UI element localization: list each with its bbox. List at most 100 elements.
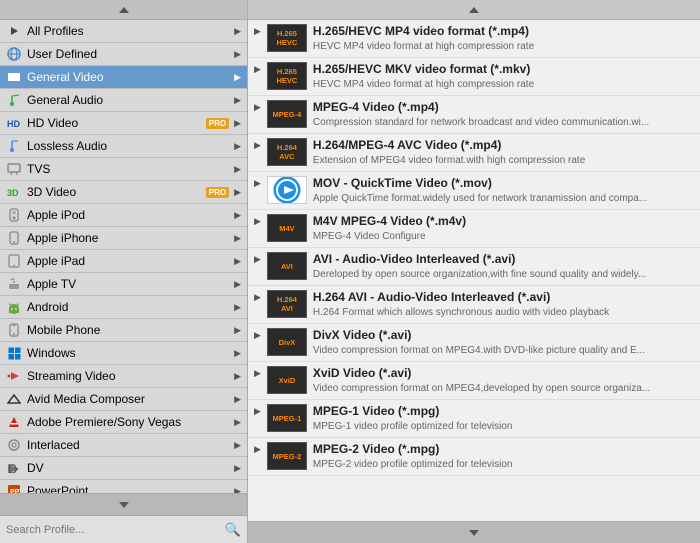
format-item-mpeg4[interactable]: ▶ MPEG-4 MPEG-4 Video (*.mp4) Compressio… xyxy=(248,96,700,134)
arrow-icon: ▶ xyxy=(234,210,241,221)
format-item-hevc-mkv[interactable]: ▶ H.265HEVC H.265/HEVC MKV video format … xyxy=(248,58,700,96)
format-title: MOV - QuickTime Video (*.mov) xyxy=(313,176,694,192)
format-description: MPEG-4 Video Configure xyxy=(313,230,693,243)
format-thumbnail: M4V xyxy=(267,214,307,242)
format-item-hevc-mp4[interactable]: ▶ H.265HEVC H.265/HEVC MP4 video format … xyxy=(248,20,700,58)
sidebar-item-label: HD Video xyxy=(27,116,201,130)
sidebar-item-apple-tv[interactable]: Apple TV ▶ xyxy=(0,273,247,296)
format-thumbnail: H.264AVI xyxy=(267,290,307,318)
sidebar-item-android[interactable]: Android ▶ xyxy=(0,296,247,319)
format-title: MPEG-1 Video (*.mpg) xyxy=(313,404,694,420)
format-title: AVI - Audio-Video Interleaved (*.avi) xyxy=(313,252,694,268)
sidebar-item-apple-ipad[interactable]: Apple iPad ▶ xyxy=(0,250,247,273)
sidebar-item-label: Apple iPod xyxy=(27,208,229,222)
format-description: MPEG-1 video profile optimized for telev… xyxy=(313,420,693,433)
arrow-icon: ▶ xyxy=(234,348,241,359)
format-item-avi[interactable]: ▶ AVI AVI - Audio-Video Interleaved (*.a… xyxy=(248,248,700,286)
apple-tv-icon xyxy=(6,276,22,292)
interlaced-icon xyxy=(6,437,22,453)
format-arrow-icon: ▶ xyxy=(254,214,261,227)
sidebar-item-hd-video[interactable]: HD HD Video PRO ▶ xyxy=(0,112,247,135)
3d-video-icon: 3D xyxy=(6,184,22,200)
sidebar-item-label: DV xyxy=(27,461,229,475)
all-profiles-icon xyxy=(6,23,22,39)
format-arrow-icon: ▶ xyxy=(254,442,261,455)
format-arrow-icon: ▶ xyxy=(254,176,261,189)
format-arrow-icon: ▶ xyxy=(254,328,261,341)
sidebar-item-user-defined[interactable]: User Defined ▶ xyxy=(0,43,247,66)
format-item-mpeg1[interactable]: ▶ MPEG-1 MPEG-1 Video (*.mpg) MPEG-1 vid… xyxy=(248,400,700,438)
arrow-icon: ▶ xyxy=(234,440,241,451)
left-scroll-down-button[interactable] xyxy=(0,493,247,515)
sidebar-item-lossless-audio[interactable]: Lossless Audio ▶ xyxy=(0,135,247,158)
powerpoint-icon: PPT xyxy=(6,483,22,493)
sidebar-item-streaming-video[interactable]: Streaming Video ▶ xyxy=(0,365,247,388)
sidebar-item-all-profiles[interactable]: All Profiles ▶ xyxy=(0,20,247,43)
format-arrow-icon: ▶ xyxy=(254,100,261,113)
sidebar-item-label: Mobile Phone xyxy=(27,323,229,337)
format-description: Apple QuickTime format.widely used for n… xyxy=(313,192,693,205)
sidebar-item-avid-media-composer[interactable]: Avid Media Composer ▶ xyxy=(0,388,247,411)
format-description: Dereloped by open source organization,wi… xyxy=(313,268,693,281)
format-title: H.264/MPEG-4 AVC Video (*.mp4) xyxy=(313,138,694,154)
sidebar-item-apple-ipod[interactable]: Apple iPod ▶ xyxy=(0,204,247,227)
sidebar-item-label: Interlaced xyxy=(27,438,229,452)
format-description: Video compression format on MPEG4.with D… xyxy=(313,344,693,357)
format-item-h264-avi[interactable]: ▶ H.264AVI H.264 AVI - Audio-Video Inter… xyxy=(248,286,700,324)
sidebar-item-label: All Profiles xyxy=(27,24,229,38)
sidebar-item-interlaced[interactable]: Interlaced ▶ xyxy=(0,434,247,457)
right-scroll-down-button[interactable] xyxy=(248,521,700,543)
format-item-h264-avc[interactable]: ▶ H.264AVC H.264/MPEG-4 AVC Video (*.mp4… xyxy=(248,134,700,172)
arrow-icon: ▶ xyxy=(234,141,241,152)
arrow-icon: ▶ xyxy=(234,95,241,106)
arrow-icon: ▶ xyxy=(234,26,241,37)
format-title: MPEG-4 Video (*.mp4) xyxy=(313,100,694,116)
format-item-quicktime[interactable]: ▶ MOV - QuickTime Video (*.mov) Apple Qu… xyxy=(248,172,700,210)
format-item-divx[interactable]: ▶ DivX DivX Video (*.avi) Video compress… xyxy=(248,324,700,362)
sidebar-item-general-audio[interactable]: General Audio ▶ xyxy=(0,89,247,112)
sidebar-item-windows[interactable]: Windows ▶ xyxy=(0,342,247,365)
format-title: H.265/HEVC MP4 video format (*.mp4) xyxy=(313,24,694,40)
sidebar-item-label: PowerPoint xyxy=(27,484,229,493)
format-item-mpeg2[interactable]: ▶ MPEG-2 MPEG-2 Video (*.mpg) MPEG-2 vid… xyxy=(248,438,700,476)
sidebar-item-label: User Defined xyxy=(27,47,229,61)
format-thumbnail: H.265HEVC xyxy=(267,62,307,90)
format-arrow-icon: ▶ xyxy=(254,24,261,37)
search-icon[interactable]: 🔍 xyxy=(225,522,241,538)
sidebar-item-label: Avid Media Composer xyxy=(27,392,229,406)
format-item-xvid[interactable]: ▶ XviD XviD Video (*.avi) Video compress… xyxy=(248,362,700,400)
arrow-icon: ▶ xyxy=(234,72,241,83)
sidebar-item-apple-iphone[interactable]: Apple iPhone ▶ xyxy=(0,227,247,250)
format-item-m4v[interactable]: ▶ M4V M4V MPEG-4 Video (*.m4v) MPEG-4 Vi… xyxy=(248,210,700,248)
sidebar-item-mobile-phone[interactable]: Mobile Phone ▶ xyxy=(0,319,247,342)
lossless-audio-icon xyxy=(6,138,22,154)
sidebar-item-adobe-premiere[interactable]: Adobe Premiere/Sony Vegas ▶ xyxy=(0,411,247,434)
mobile-phone-icon xyxy=(6,322,22,338)
arrow-icon: ▶ xyxy=(234,371,241,382)
arrow-icon: ▶ xyxy=(234,486,241,494)
format-thumbnail: AVI xyxy=(267,252,307,280)
sidebar-item-general-video[interactable]: General Video ▶ xyxy=(0,66,247,89)
right-scroll-up-button[interactable] xyxy=(248,0,700,20)
android-icon xyxy=(6,299,22,315)
search-bar: 🔍 xyxy=(0,515,247,543)
sidebar-item-tvs[interactable]: TVS ▶ xyxy=(0,158,247,181)
search-input[interactable] xyxy=(6,524,221,536)
windows-icon xyxy=(6,345,22,361)
format-title: XviD Video (*.avi) xyxy=(313,366,694,382)
sidebar-item-label: Adobe Premiere/Sony Vegas xyxy=(27,415,229,429)
sidebar-item-powerpoint[interactable]: PPT PowerPoint ▶ xyxy=(0,480,247,493)
sidebar-item-3d-video[interactable]: 3D 3D Video PRO ▶ xyxy=(0,181,247,204)
general-video-icon xyxy=(6,69,22,85)
tvs-icon xyxy=(6,161,22,177)
format-list: ▶ H.265HEVC H.265/HEVC MP4 video format … xyxy=(248,20,700,521)
arrow-icon: ▶ xyxy=(234,417,241,428)
format-title: MPEG-2 Video (*.mpg) xyxy=(313,442,694,458)
arrow-icon: ▶ xyxy=(234,164,241,175)
sidebar-item-dv[interactable]: DV ▶ xyxy=(0,457,247,480)
format-title: M4V MPEG-4 Video (*.m4v) xyxy=(313,214,694,230)
left-scroll-up-button[interactable] xyxy=(0,0,248,20)
arrow-icon: ▶ xyxy=(234,325,241,336)
format-title: H.265/HEVC MKV video format (*.mkv) xyxy=(313,62,694,78)
svg-text:3D: 3D xyxy=(7,188,19,197)
